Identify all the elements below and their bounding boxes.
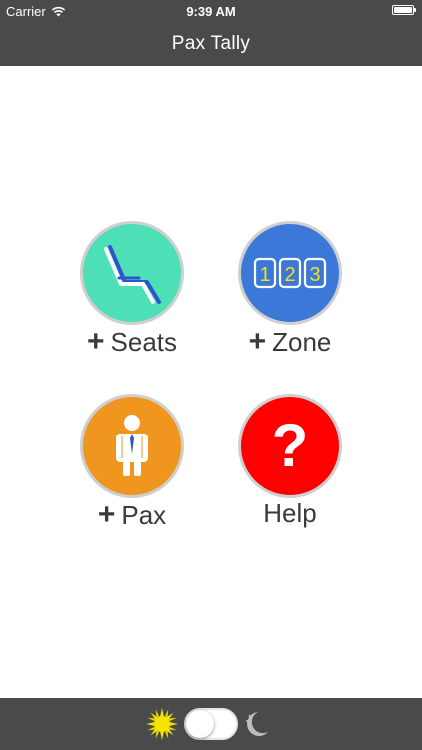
- status-bar: Carrier 9:39 AM: [0, 0, 422, 22]
- sun-icon: [146, 708, 178, 740]
- zone-digit: 1: [259, 264, 270, 286]
- zone-digit: 2: [284, 264, 295, 286]
- pax-circle[interactable]: [80, 394, 184, 498]
- navigation-bar: Pax Tally: [0, 22, 422, 66]
- theme-toggle-switch[interactable]: [184, 708, 238, 740]
- help-circle[interactable]: ?: [238, 394, 342, 498]
- add-zone-label: + Zone: [248, 325, 332, 358]
- add-zone-button[interactable]: 1 2 3 + Zone: [215, 221, 365, 361]
- moon-icon: [246, 712, 268, 736]
- add-pax-label: + Pax: [97, 498, 167, 531]
- add-seats-button[interactable]: + Seats: [57, 221, 207, 361]
- question-mark-icon: ?: [271, 412, 309, 479]
- add-seats-label: + Seats: [86, 325, 178, 358]
- plus-icon: +: [248, 325, 267, 358]
- page-title: Pax Tally: [171, 33, 251, 54]
- status-time: 9:39 AM: [186, 4, 236, 19]
- help-button[interactable]: ? Help: [215, 394, 365, 534]
- bottom-toolbar: [0, 698, 422, 750]
- help-label: Help: [263, 498, 317, 528]
- seat-icon: [104, 245, 161, 304]
- seats-circle[interactable]: [80, 221, 184, 325]
- plus-icon: +: [97, 498, 116, 531]
- add-pax-button[interactable]: + Pax: [57, 394, 207, 534]
- zone-digit: 3: [309, 264, 320, 286]
- main-content: + Seats 1 2 3 + Zone + Pax ? Help: [0, 66, 422, 698]
- passenger-icon: [116, 415, 148, 476]
- zone-circle[interactable]: 1 2 3: [238, 221, 342, 325]
- battery-icon: [392, 5, 416, 15]
- zone-numbers-icon: 1 2 3: [253, 257, 327, 289]
- toggle-knob[interactable]: [186, 710, 214, 738]
- plus-icon: +: [86, 325, 105, 358]
